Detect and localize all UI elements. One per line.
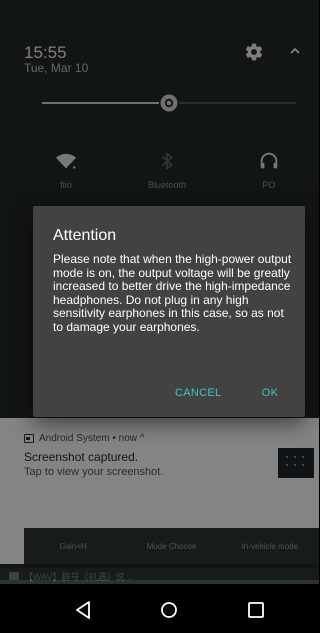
dialog-title: Attention <box>53 227 117 244</box>
navigation-bar <box>0 588 319 633</box>
home-circle-icon[interactable] <box>157 598 181 622</box>
cancel-button[interactable]: CANCEL <box>175 387 221 399</box>
recents-square-icon[interactable] <box>244 598 268 622</box>
dialog-message: Please note that when the high-power out… <box>53 252 292 334</box>
back-triangle-icon[interactable] <box>71 598 95 622</box>
attention-dialog: Attention Please note that when the high… <box>33 206 305 417</box>
ok-button[interactable]: OK <box>257 387 283 399</box>
